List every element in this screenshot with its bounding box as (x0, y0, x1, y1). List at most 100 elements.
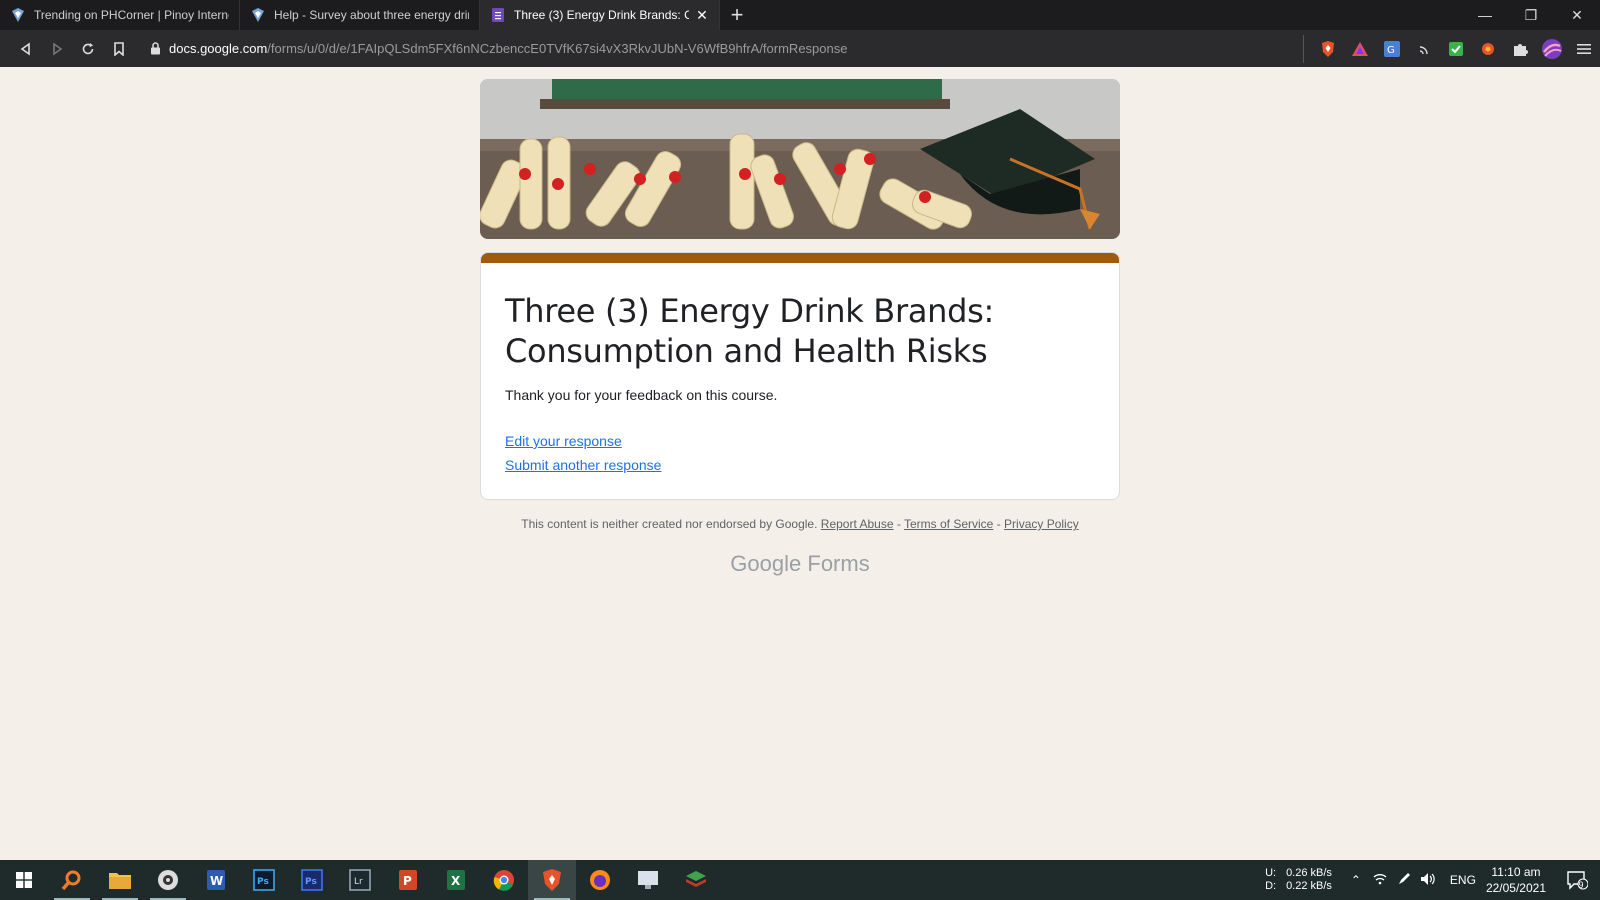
media-player-icon (158, 870, 178, 890)
tab-bar: Trending on PHCorner | Pinoy Internet He… (0, 0, 1600, 30)
svg-text:X: X (451, 874, 461, 888)
google-translate-icon[interactable]: G (1376, 34, 1408, 64)
submit-another-response-link[interactable]: Submit another response (505, 457, 1095, 473)
taskbar-app-monitor[interactable] (624, 860, 672, 900)
close-window-icon[interactable]: ✕ (1554, 0, 1600, 30)
notification-icon (1567, 871, 1589, 890)
forward-arrow-icon (52, 41, 62, 56)
close-tab-icon[interactable]: ✕ (695, 7, 709, 24)
pen-icon[interactable] (1392, 872, 1416, 889)
taskbar-word[interactable]: W (192, 860, 240, 900)
language-indicator[interactable]: ENG (1450, 873, 1476, 887)
upload-label: U: (1265, 867, 1277, 879)
tab-title: Trending on PHCorner | Pinoy Internet (34, 8, 229, 22)
tab-phcorner[interactable]: Trending on PHCorner | Pinoy Internet (0, 0, 240, 30)
minimize-icon[interactable]: — (1462, 0, 1508, 30)
google-forms-logo[interactable]: Google Forms (0, 551, 1600, 577)
back-arrow-icon (20, 41, 30, 56)
taskbar-app-media[interactable] (144, 860, 192, 900)
svg-text:Ps: Ps (305, 877, 317, 887)
brave-shields-icon[interactable] (1312, 34, 1344, 64)
extensions-puzzle-icon[interactable] (1504, 34, 1536, 64)
navigation-bar: docs.google.com/forms/u/0/d/e/1FAIpQLSdm… (0, 30, 1600, 67)
phcorner-favicon-icon (252, 8, 264, 22)
separator: - (996, 517, 1001, 531)
google-wordmark: Google (730, 551, 802, 576)
taskbar-excel[interactable]: X (432, 860, 480, 900)
clock-date: 22/05/2021 (1485, 881, 1546, 895)
footer-disclaimer: This content is neither created nor endo… (0, 517, 1600, 531)
taskbar-photoshop-2[interactable]: Ps (288, 860, 336, 900)
taskbar-firefox[interactable] (576, 860, 624, 900)
notification-count: 9 (1578, 880, 1584, 890)
download-speed: 0.22 kB/s (1286, 880, 1332, 892)
reload-button[interactable] (72, 34, 103, 64)
taskbar-lightroom[interactable]: Lr (336, 860, 384, 900)
tab-title: Three (3) Energy Drink Brands: Co (514, 8, 689, 22)
taskbar-search-app[interactable] (48, 860, 96, 900)
forms-wordmark: Forms (807, 551, 870, 576)
extensions-area: G (1312, 34, 1600, 64)
clock[interactable]: 11:10 am 22/05/2021 (1486, 864, 1546, 896)
honey-extension-icon[interactable] (1472, 34, 1504, 64)
clock-time: 11:10 am (1491, 865, 1541, 879)
taskbar-file-explorer[interactable] (96, 860, 144, 900)
system-tray: U: D: 0.26 kB/s 0.22 kB/s ⌃ ENG 11:10 am… (1265, 860, 1600, 900)
disclaimer-text: This content is neither created nor endo… (521, 517, 818, 531)
restore-icon[interactable]: ❐ (1508, 0, 1554, 30)
taskbar-chrome[interactable] (480, 860, 528, 900)
word-icon: W (207, 870, 225, 890)
start-button[interactable] (0, 860, 48, 900)
back-button[interactable] (10, 34, 41, 64)
folder-icon (109, 873, 131, 889)
shield-extension-icon[interactable] (1440, 34, 1472, 64)
taskbar-photoshop[interactable]: Ps (240, 860, 288, 900)
photoshop-icon: Ps (253, 869, 275, 891)
confirmation-message: Thank you for your feedback on this cour… (505, 387, 778, 403)
cast-icon[interactable] (1408, 34, 1440, 64)
powerpoint-icon: P (399, 870, 417, 890)
lightroom-icon: Lr (349, 869, 371, 891)
edit-response-link[interactable]: Edit your response (505, 433, 1095, 449)
svg-text:G: G (1387, 45, 1395, 56)
notification-center-button[interactable]: 9 (1560, 870, 1600, 890)
terms-of-service-link[interactable]: Terms of Service (904, 517, 993, 531)
url-host: docs.google.com (169, 41, 268, 56)
volume-icon[interactable] (1416, 872, 1440, 889)
new-tab-button[interactable]: + (720, 0, 754, 30)
brave-rewards-icon[interactable] (1344, 34, 1376, 64)
privacy-policy-link[interactable]: Privacy Policy (1004, 517, 1079, 531)
photoshop-icon: Ps (301, 869, 323, 891)
svg-text:Ps: Ps (257, 877, 269, 887)
report-abuse-link[interactable]: Report Abuse (821, 517, 894, 531)
taskbar-brave[interactable] (528, 860, 576, 900)
separator: - (896, 517, 901, 531)
bookmark-button[interactable] (103, 34, 134, 64)
chrome-icon (493, 870, 514, 891)
address-bar[interactable]: docs.google.com/forms/u/0/d/e/1FAIpQLSdm… (144, 34, 1304, 63)
google-forms-favicon-icon (492, 8, 504, 22)
wifi-icon[interactable] (1368, 873, 1392, 888)
chevron-up-icon[interactable]: ⌃ (1344, 873, 1368, 887)
taskbar-app-stack[interactable] (672, 860, 720, 900)
confirmation-card: Three (3) Energy Drink Brands: Consumpti… (480, 252, 1120, 500)
svg-text:Lr: Lr (354, 877, 363, 887)
form-header-image (480, 79, 1120, 239)
bookmark-icon (113, 41, 124, 56)
monitor-app-icon (638, 871, 658, 889)
search-icon (61, 870, 81, 891)
menu-icon[interactable] (1568, 34, 1600, 64)
profile-avatar[interactable] (1536, 34, 1568, 64)
windows-logo-icon (16, 872, 32, 888)
tab-help-survey[interactable]: Help - Survey about three energy drin (240, 0, 480, 30)
form-title: Three (3) Energy Drink Brands: Consumpti… (505, 292, 994, 370)
upload-speed: 0.26 kB/s (1286, 867, 1332, 879)
tab-energy-drink-form[interactable]: Three (3) Energy Drink Brands: Co ✕ (480, 0, 720, 30)
svg-text:W: W (210, 874, 223, 888)
excel-icon: X (447, 870, 465, 890)
phcorner-favicon-icon (12, 8, 24, 22)
svg-text:P: P (403, 874, 412, 888)
forward-button[interactable] (41, 34, 72, 64)
page-content: Three (3) Energy Drink Brands: Consumpti… (0, 67, 1600, 860)
taskbar-powerpoint[interactable]: P (384, 860, 432, 900)
